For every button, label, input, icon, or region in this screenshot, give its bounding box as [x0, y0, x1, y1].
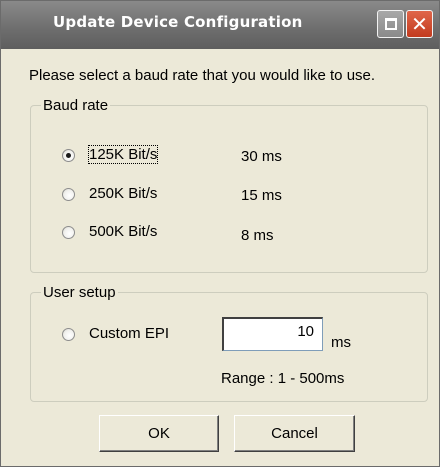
maximize-icon — [385, 18, 397, 30]
close-icon: ✕ — [411, 12, 428, 36]
dialog-window: Update Device Configuration ✕ Please sel… — [0, 0, 440, 467]
timing-125k: 30 ms — [241, 148, 282, 165]
epi-unit-label: ms — [331, 334, 351, 351]
radio-500k-indicator[interactable] — [62, 226, 75, 239]
radio-custom-epi-label[interactable]: Custom EPI — [89, 325, 169, 342]
timing-500k: 8 ms — [241, 227, 274, 244]
close-button[interactable]: ✕ — [406, 10, 433, 38]
title-bar[interactable]: Update Device Configuration ✕ — [1, 1, 439, 49]
radio-125k-indicator[interactable] — [62, 149, 75, 162]
baud-rate-legend: Baud rate — [43, 97, 109, 114]
instruction-text: Please select a baud rate that you would… — [29, 67, 376, 84]
maximize-button[interactable] — [377, 10, 404, 38]
radio-250k-indicator[interactable] — [62, 188, 75, 201]
ok-button[interactable]: OK — [99, 415, 219, 452]
window-title: Update Device Configuration — [53, 13, 303, 31]
radio-125k-label[interactable]: 125K Bit/s — [87, 145, 159, 164]
epi-value-input[interactable]: 10 — [222, 317, 323, 351]
epi-range-text: Range : 1 - 500ms — [221, 370, 345, 387]
user-setup-legend: User setup — [43, 284, 116, 301]
cancel-button[interactable]: Cancel — [234, 415, 355, 452]
radio-500k-label[interactable]: 500K Bit/s — [89, 223, 157, 240]
radio-250k-label[interactable]: 250K Bit/s — [89, 185, 157, 202]
timing-250k: 15 ms — [241, 187, 282, 204]
radio-custom-epi-indicator[interactable] — [62, 328, 75, 341]
